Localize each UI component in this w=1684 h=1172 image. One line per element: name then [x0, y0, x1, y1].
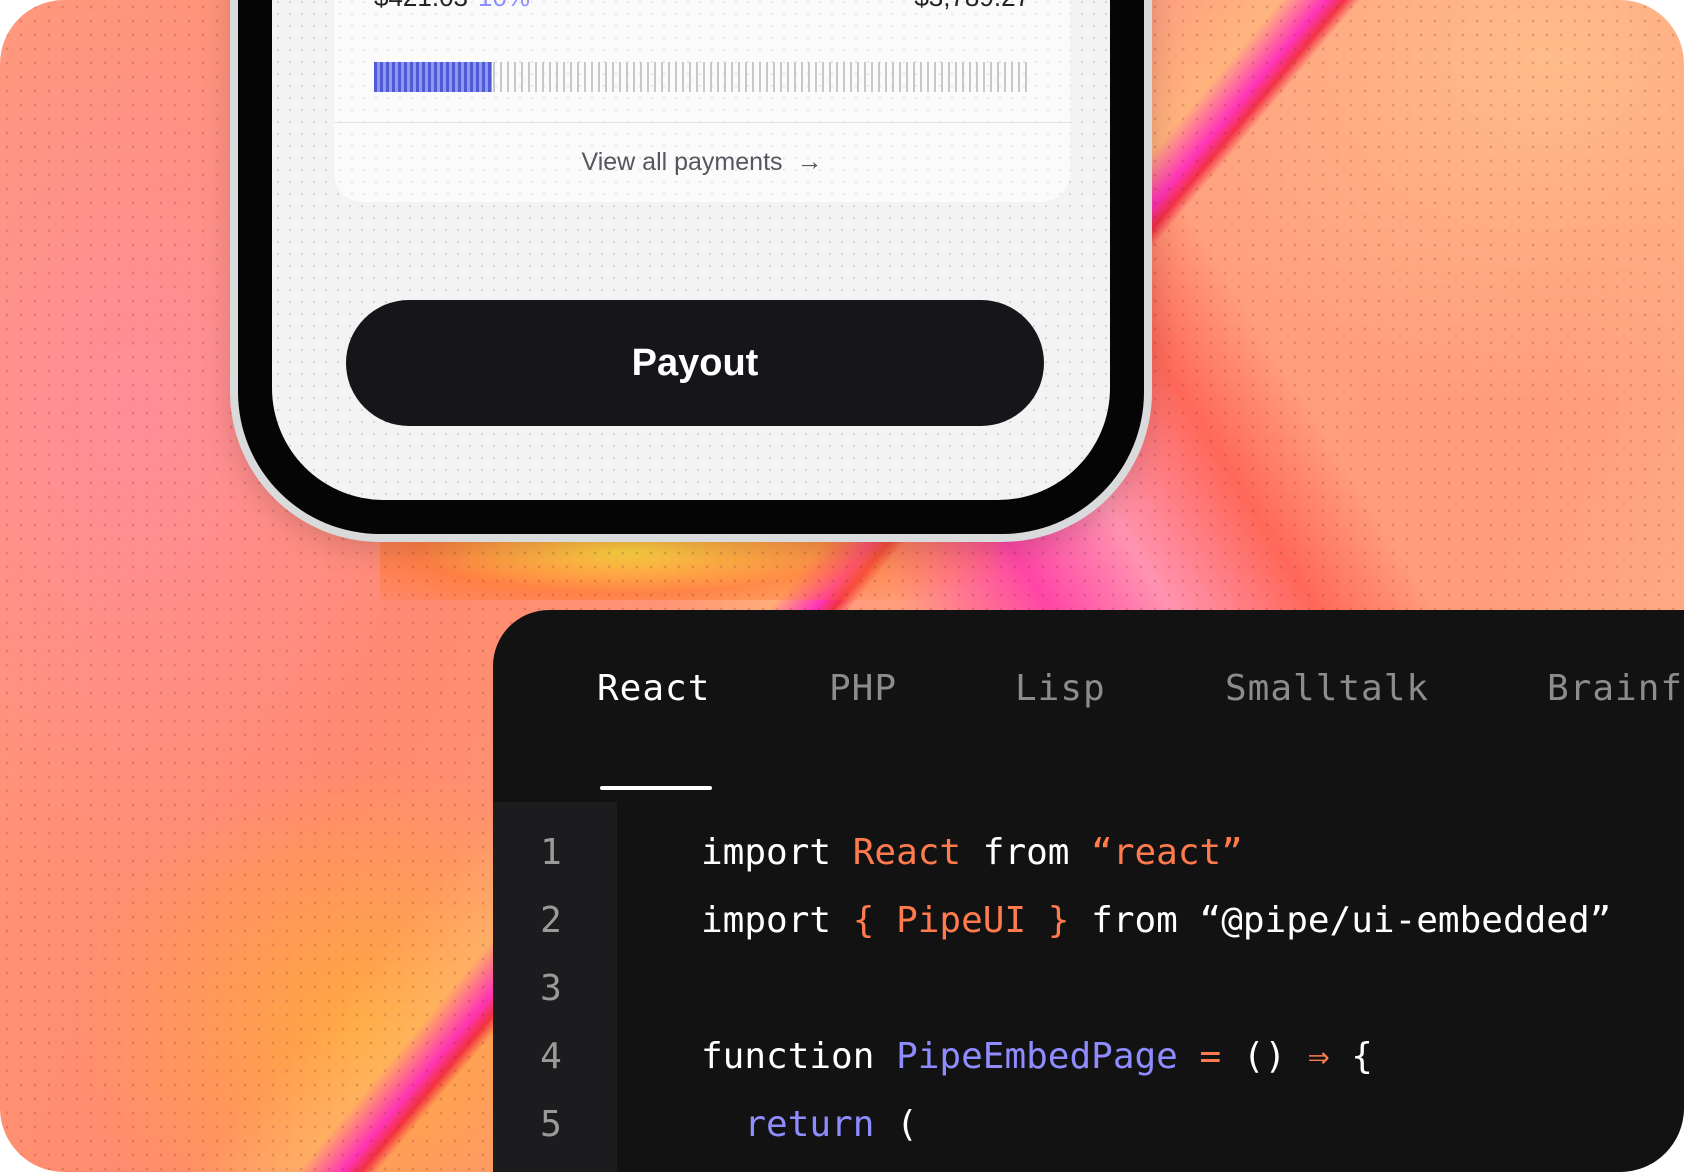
tab-lisp[interactable]: Lisp [1015, 668, 1106, 709]
code-token: ( [874, 1104, 918, 1145]
line-number: 3 [540, 968, 562, 1009]
paid-percent: 10% [478, 0, 530, 12]
phone-bezel: $421.0310% $3,789.27 View all payments→ … [238, 0, 1144, 534]
paid-amount: $421.03 10% [374, 0, 530, 13]
payment-progress-fill [374, 62, 493, 92]
payments-card: $421.03 10% $3,789.27 View all payments → [334, 0, 1070, 202]
code-text: import React from “react” [701, 832, 1243, 873]
payout-button[interactable]: Payout [346, 300, 1044, 426]
code-token: return [701, 1104, 875, 1145]
language-tabs: React PHP Lisp Smalltalk Brainf [493, 668, 1684, 790]
code-text: function PipeEmbedPage = () ⇒ { [701, 1036, 1373, 1077]
line-number: 1 [540, 832, 562, 873]
tab-php[interactable]: PHP [829, 668, 897, 709]
code-panel: React PHP Lisp Smalltalk Brainf 1 import … [493, 610, 1684, 1172]
code-token: from [961, 832, 1092, 873]
amount-row: $421.03 10% $3,789.27 [374, 0, 1030, 20]
code-token: ⇒ [1307, 1036, 1330, 1077]
payment-progress-bar [374, 62, 1030, 92]
code-token: = [1177, 1036, 1243, 1077]
code-text: import { PipeUI } from “@pipe/ui-embedde… [701, 900, 1611, 941]
line-number: 4 [540, 1036, 562, 1077]
divider [334, 122, 1070, 123]
total-amount: $3,789.27 [914, 0, 1030, 13]
code-token: { PipeUI } [852, 900, 1070, 941]
active-tab-indicator [600, 786, 712, 790]
code-token: import [701, 900, 853, 941]
code-token: function [701, 1036, 897, 1077]
tab-smalltalk[interactable]: Smalltalk [1225, 668, 1429, 709]
code-line: 1 import React from “react” [493, 832, 1684, 892]
view-all-label: View all payments [581, 148, 783, 176]
arrow-right-icon: → [796, 146, 823, 176]
code-line: 3 [493, 968, 1684, 1028]
tab-brainf[interactable]: Brainf [1547, 668, 1683, 709]
code-token: from [1069, 900, 1200, 941]
code-token: React [852, 832, 962, 873]
code-line: 2 import { PipeUI } from “@pipe/ui-embedd… [493, 900, 1684, 960]
background-canvas: $421.0310% $3,789.27 View all payments→ … [0, 0, 1684, 1172]
code-token: “@pipe/ui-embedded” [1199, 900, 1612, 941]
code-line: 5 return ( [493, 1104, 1684, 1164]
tab-react[interactable]: React [597, 668, 710, 709]
code-line: 4 function PipeEmbedPage = () ⇒ { [493, 1036, 1684, 1096]
phone-mockup: $421.0310% $3,789.27 View all payments→ … [230, 0, 1152, 542]
view-all-payments-link[interactable]: View all payments → [334, 146, 1070, 177]
code-text: return ( [701, 1104, 918, 1145]
code-token: () [1242, 1036, 1308, 1077]
paid-amount-value: $421.03 [374, 0, 468, 12]
code-token: “react” [1091, 832, 1243, 873]
line-number: 2 [540, 900, 562, 941]
phone-screen: $421.0310% $3,789.27 View all payments→ … [272, 0, 1110, 500]
code-token: { [1329, 1036, 1373, 1077]
code-token: import [701, 832, 853, 873]
code-token: PipeEmbedPage [896, 1036, 1178, 1077]
line-number: 5 [540, 1104, 562, 1145]
